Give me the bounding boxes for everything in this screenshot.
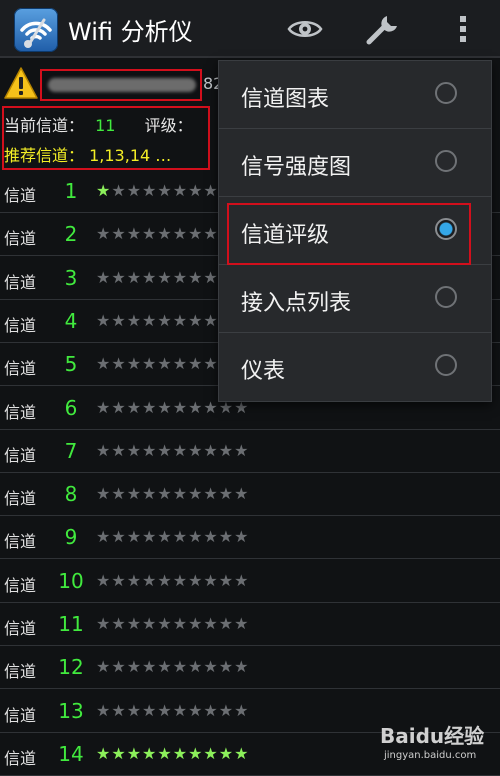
radio-icon[interactable] <box>435 354 457 376</box>
rating-stars: ★★★★★★★★★★ <box>96 571 249 590</box>
current-channel-label: 当前信道： <box>4 116 85 135</box>
rating-stars: ★★★★★★★★★★ <box>96 527 249 546</box>
rating-stars-dim: ★★★★★★★★★★ <box>96 440 250 460</box>
channel-number: 7 <box>64 438 78 463</box>
channel-label: 信道 <box>4 705 37 725</box>
rating-stars-lit: ★ <box>96 181 112 200</box>
channel-label: 信道 <box>4 575 37 595</box>
ssid-highlight-box <box>40 69 202 101</box>
channel-number: 14 <box>58 741 84 766</box>
eye-icon[interactable] <box>287 12 323 46</box>
recommended-channel-line: 推荐信道： 1,13,14 … <box>4 142 171 166</box>
recommended-channel-value: 1,13,14 … <box>89 146 172 165</box>
channel-number: 2 <box>64 222 78 247</box>
channel-label: 信道 <box>4 532 37 552</box>
rating-stars-dim: ★★★★★★★★★★ <box>96 700 250 720</box>
channel-label: 信道 <box>4 272 37 292</box>
channel-label: 信道 <box>4 748 37 768</box>
rating-stars-dim: ★★★★★★★★★★ <box>96 657 250 677</box>
rating-stars-dim: ★★★★★★★★★★ <box>96 614 250 633</box>
channel-label: 信道 <box>4 445 37 465</box>
channel-label: 信道 <box>4 402 37 422</box>
channel-number: 12 <box>58 655 84 680</box>
channel-row: 信道 9 ★★★★★★★★★★ <box>0 516 500 560</box>
rating-stars: ★★★★★★★★★★ <box>96 484 249 503</box>
menu-item-ap-list[interactable]: 接入点列表 <box>219 265 491 333</box>
menu-item-label: 信号强度图 <box>241 155 352 180</box>
current-channel-value: 11 <box>95 116 116 135</box>
channel-label: 信道 <box>4 359 37 379</box>
channel-number: 1 <box>64 179 78 203</box>
selected-item-highlight-box <box>227 203 471 265</box>
rating-stars-lit: ★★★★★★★★★★ <box>96 743 250 763</box>
wifi-app-icon[interactable] <box>14 8 58 52</box>
rating-stars: ★★★★★★★★★★ <box>96 657 249 676</box>
channel-number: 9 <box>64 525 78 550</box>
channel-number: 13 <box>58 698 84 723</box>
menu-item-label: 信道图表 <box>241 87 330 112</box>
rating-stars-dim: ★★★★★★★★★★ <box>96 484 250 504</box>
action-bar: Wifi 分析仪 <box>0 0 500 58</box>
watermark-url: jingyan.baidu.com <box>384 750 477 761</box>
channel-row: 信道 11 ★★★★★★★★★★ <box>0 603 500 646</box>
channel-number: 4 <box>64 308 78 333</box>
rating-stars-dim: ★★★★★★★★★★ <box>96 527 250 547</box>
view-menu: 信道图表 信号强度图 信道评级 接入点列表 仪表 <box>218 60 492 402</box>
channel-number: 8 <box>64 482 78 507</box>
channel-label: 信道 <box>4 186 37 205</box>
channel-label: 信道 <box>4 619 37 638</box>
rating-label: 评级： <box>144 116 193 135</box>
menu-item-channel-graph[interactable]: 信道图表 <box>219 61 491 129</box>
channel-number: 6 <box>64 395 78 420</box>
current-channel-line: 当前信道： 11 评级： <box>4 112 193 136</box>
radio-icon[interactable] <box>435 286 457 308</box>
ssid-redacted <box>48 78 196 92</box>
rating-stars: ★★★★★★★★★★ <box>96 701 249 720</box>
rating-stars: ★★★★★★★★★★ <box>96 441 249 460</box>
baidu-watermark: Baidu经验 jingyan.baidu.com <box>380 718 492 768</box>
radio-icon[interactable] <box>435 82 457 104</box>
radio-icon[interactable] <box>435 150 457 172</box>
channel-row: 信道 10 ★★★★★★★★★★ <box>0 560 500 603</box>
warning-icon <box>3 66 39 100</box>
channel-row: 信道 12 ★★★★★★★★★★ <box>0 646 500 690</box>
app-title: Wifi 分析仪 <box>68 18 193 46</box>
rating-stars: ★★★★★★★★★★ <box>96 614 249 633</box>
channel-row: 信道 8 ★★★★★★★★★★ <box>0 473 500 517</box>
channel-number: 3 <box>64 265 78 290</box>
menu-item-label: 仪表 <box>241 359 286 384</box>
watermark-brand: Baidu经验 <box>380 724 485 748</box>
menu-item-label: 接入点列表 <box>241 291 352 316</box>
channel-label: 信道 <box>4 315 37 335</box>
channel-number: 10 <box>58 568 84 593</box>
channel-label: 信道 <box>4 662 37 682</box>
channel-label: 信道 <box>4 229 37 249</box>
overflow-menu-icon[interactable] <box>450 12 476 46</box>
channel-number: 11 <box>58 612 84 636</box>
wrench-icon[interactable] <box>365 12 401 46</box>
channel-number: 5 <box>64 352 78 377</box>
rating-stars-dim: ★★★★★★★★★★ <box>96 570 250 590</box>
channel-label: 信道 <box>4 489 37 509</box>
menu-item-meter[interactable]: 仪表 <box>219 333 491 401</box>
menu-item-signal-strength[interactable]: 信号强度图 <box>219 129 491 197</box>
channel-row: 信道 7 ★★★★★★★★★★ <box>0 430 500 473</box>
recommended-channel-label: 推荐信道： <box>4 146 85 165</box>
rating-stars: ★★★★★★★★★★ <box>96 744 249 763</box>
